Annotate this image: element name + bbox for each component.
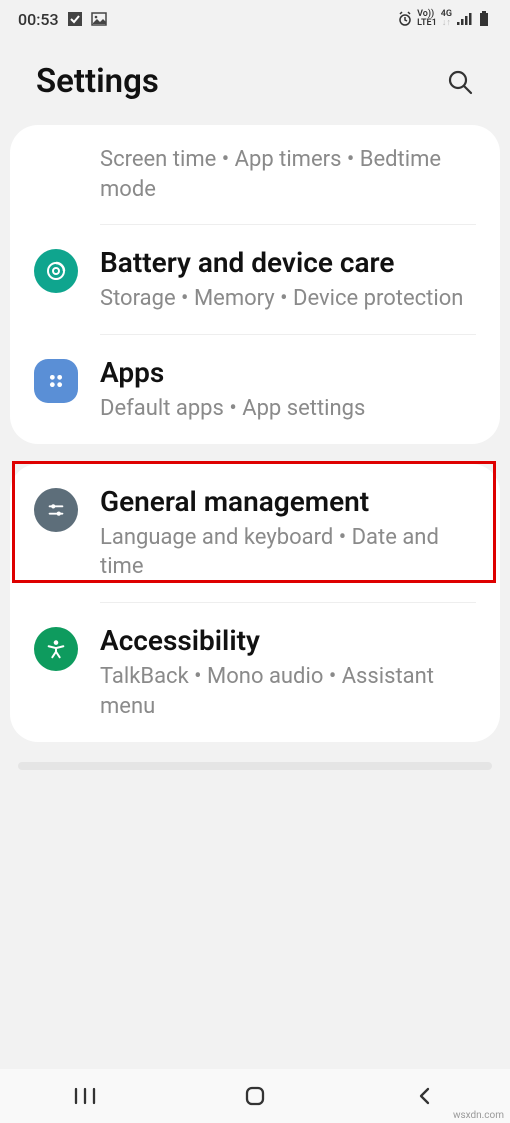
recents-icon	[70, 1086, 100, 1106]
settings-item-digitalwellbeing-partial[interactable]: Screen time • App timers • Bedtime mode	[10, 125, 500, 224]
status-time: 00:53	[18, 10, 59, 29]
page-header: Settings	[0, 38, 510, 125]
settings-group-2: General management Language and keyboard…	[10, 464, 500, 742]
home-icon	[243, 1084, 267, 1108]
item-title: Apps	[100, 355, 476, 390]
device-care-icon	[34, 249, 78, 293]
image-icon	[91, 11, 107, 27]
item-subtitle: Default apps • App settings	[100, 394, 476, 424]
scrollbar-indicator	[18, 762, 492, 770]
network-speed: 4G ↓↑	[441, 10, 452, 28]
settings-item-accessibility[interactable]: Accessibility TalkBack • Mono audio • As…	[10, 603, 500, 741]
page-title: Settings	[36, 62, 159, 101]
item-subtitle: Screen time • App timers • Bedtime mode	[100, 145, 476, 204]
battery-icon	[476, 11, 492, 27]
apps-icon	[34, 359, 78, 403]
item-title: Accessibility	[100, 623, 476, 658]
search-icon	[446, 68, 474, 96]
item-subtitle: TalkBack • Mono audio • Assistant menu	[100, 662, 476, 721]
accessibility-icon	[34, 627, 78, 671]
item-subtitle: Storage • Memory • Device protection	[100, 284, 476, 314]
volte-indicator: Vo)) LTE1	[417, 10, 437, 28]
general-management-icon	[34, 488, 78, 532]
alarm-icon	[397, 11, 413, 27]
nav-back[interactable]	[395, 1081, 455, 1111]
settings-item-apps[interactable]: Apps Default apps • App settings	[10, 335, 500, 444]
item-title: General management	[100, 484, 476, 519]
settings-item-general-management[interactable]: General management Language and keyboard…	[10, 464, 500, 602]
nav-home[interactable]	[225, 1081, 285, 1111]
checkbox-icon	[67, 11, 83, 27]
back-icon	[413, 1084, 437, 1108]
watermark: wsxdn.com	[453, 1110, 504, 1121]
settings-group-1: Screen time • App timers • Bedtime mode …	[10, 125, 500, 444]
item-subtitle: Language and keyboard • Date and time	[100, 523, 476, 582]
nav-recents[interactable]	[55, 1081, 115, 1111]
status-bar: 00:53 Vo)) LTE1 4G ↓↑	[0, 0, 510, 38]
search-button[interactable]	[446, 68, 474, 96]
item-title: Battery and device care	[100, 245, 476, 280]
navigation-bar	[0, 1069, 510, 1123]
signal-icon	[456, 11, 472, 27]
settings-item-battery-device-care[interactable]: Battery and device care Storage • Memory…	[10, 225, 500, 334]
